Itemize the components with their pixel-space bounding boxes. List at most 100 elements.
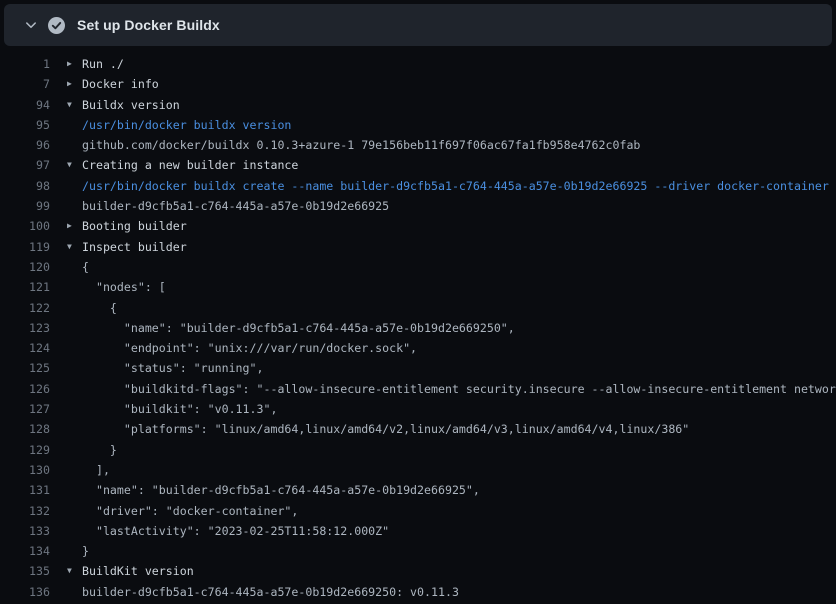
log-line: 127 "buildkit": "v0.11.3", (0, 399, 836, 419)
line-number[interactable]: 7 (0, 74, 50, 94)
disclosure-triangle-icon (67, 582, 82, 602)
log-text: "endpoint": "unix:///var/run/docker.sock… (82, 338, 417, 358)
log-line: 95 /usr/bin/docker buildx version (0, 115, 836, 135)
line-number[interactable]: 131 (0, 480, 50, 500)
disclosure-triangle-icon (67, 501, 82, 521)
log-text: /usr/bin/docker buildx create --name bui… (82, 176, 829, 196)
chevron-expanded-icon[interactable]: ▼ (67, 561, 82, 581)
log-line: 134 } (0, 541, 836, 561)
disclosure-triangle-icon (67, 115, 82, 135)
line-number[interactable]: 135 (0, 561, 50, 581)
line-number[interactable]: 125 (0, 358, 50, 378)
log-text: Creating a new builder instance (82, 155, 298, 175)
log-line: 124 "endpoint": "unix:///var/run/docker.… (0, 338, 836, 358)
line-number[interactable]: 132 (0, 501, 50, 521)
line-number[interactable]: 95 (0, 115, 50, 135)
log-text: { (82, 257, 89, 277)
log-line: 98 /usr/bin/docker buildx create --name … (0, 176, 836, 196)
log-line: 122 { (0, 298, 836, 318)
log-line: 121 "nodes": [ (0, 277, 836, 297)
log-line[interactable]: 1 ▶ Run ./ (0, 54, 836, 74)
log-text: "nodes": [ (82, 277, 166, 297)
disclosure-triangle-icon (67, 338, 82, 358)
line-number[interactable]: 119 (0, 237, 50, 257)
log-line[interactable]: 119 ▼ Inspect builder (0, 237, 836, 257)
log-text: "driver": "docker-container", (82, 501, 298, 521)
disclosure-triangle-icon (67, 399, 82, 419)
line-number[interactable]: 1 (0, 54, 50, 74)
log-line: 126 "buildkitd-flags": "--allow-insecure… (0, 379, 836, 399)
line-number[interactable]: 134 (0, 541, 50, 561)
disclosure-triangle-icon (67, 460, 82, 480)
log-text: Buildx version (82, 95, 180, 115)
line-number[interactable]: 121 (0, 277, 50, 297)
line-number[interactable]: 120 (0, 257, 50, 277)
log-text: Docker info (82, 74, 159, 94)
log-line[interactable]: 100 ▶ Booting builder (0, 216, 836, 236)
log-text: Inspect builder (82, 237, 187, 257)
chevron-expanded-icon[interactable]: ▼ (67, 155, 82, 175)
log-text: ], (82, 460, 110, 480)
line-number[interactable]: 129 (0, 440, 50, 460)
log-line[interactable]: 94 ▼ Buildx version (0, 95, 836, 115)
line-number[interactable]: 123 (0, 318, 50, 338)
line-number[interactable]: 126 (0, 379, 50, 399)
line-number[interactable]: 127 (0, 399, 50, 419)
line-number[interactable]: 136 (0, 582, 50, 602)
line-number[interactable]: 128 (0, 419, 50, 439)
log-line: 125 "status": "running", (0, 358, 836, 378)
disclosure-triangle-icon (67, 257, 82, 277)
chevron-collapsed-icon[interactable]: ▶ (67, 216, 82, 236)
disclosure-triangle-icon (67, 379, 82, 399)
line-number[interactable]: 96 (0, 135, 50, 155)
line-number[interactable]: 122 (0, 298, 50, 318)
log-text: "buildkit": "v0.11.3", (82, 399, 277, 419)
disclosure-triangle-icon (67, 135, 82, 155)
log-line: 128 "platforms": "linux/amd64,linux/amd6… (0, 419, 836, 439)
log-text: } (82, 440, 117, 460)
disclosure-triangle-icon (67, 480, 82, 500)
log-line[interactable]: 135 ▼ BuildKit version (0, 561, 836, 581)
chevron-collapsed-icon[interactable]: ▶ (67, 74, 82, 94)
log-line: 123 "name": "builder-d9cfb5a1-c764-445a-… (0, 318, 836, 338)
log-text: Run ./ (82, 54, 124, 74)
log-text: "name": "builder-d9cfb5a1-c764-445a-a57e… (82, 318, 515, 338)
log-line: 130 ], (0, 460, 836, 480)
line-number[interactable]: 97 (0, 155, 50, 175)
disclosure-triangle-icon (67, 358, 82, 378)
log-line[interactable]: 97 ▼ Creating a new builder instance (0, 155, 836, 175)
disclosure-triangle-icon (67, 176, 82, 196)
disclosure-triangle-icon (67, 521, 82, 541)
line-number[interactable]: 94 (0, 95, 50, 115)
log-lines: 1 ▶ Run ./ 7 ▶ Docker info 94 ▼ Buildx v… (0, 46, 836, 602)
step-header[interactable]: Set up Docker Buildx (4, 4, 832, 46)
chevron-expanded-icon[interactable]: ▼ (67, 237, 82, 257)
log-text: Booting builder (82, 216, 187, 236)
disclosure-triangle-icon (67, 419, 82, 439)
line-number[interactable]: 100 (0, 216, 50, 236)
log-line: 120 { (0, 257, 836, 277)
chevron-down-icon[interactable] (24, 18, 38, 32)
step-title: Set up Docker Buildx (77, 17, 220, 33)
disclosure-triangle-icon (67, 298, 82, 318)
log-line: 131 "name": "builder-d9cfb5a1-c764-445a-… (0, 480, 836, 500)
line-number[interactable]: 124 (0, 338, 50, 358)
log-line[interactable]: 7 ▶ Docker info (0, 74, 836, 94)
disclosure-triangle-icon (67, 440, 82, 460)
disclosure-triangle-icon (67, 277, 82, 297)
line-number[interactable]: 130 (0, 460, 50, 480)
disclosure-triangle-icon (67, 318, 82, 338)
log-text: "lastActivity": "2023-02-25T11:58:12.000… (82, 521, 389, 541)
log-line: 136 builder-d9cfb5a1-c764-445a-a57e-0b19… (0, 582, 836, 602)
line-number[interactable]: 98 (0, 176, 50, 196)
line-number[interactable]: 99 (0, 196, 50, 216)
log-text: BuildKit version (82, 561, 194, 581)
log-text: "status": "running", (82, 358, 263, 378)
chevron-expanded-icon[interactable]: ▼ (67, 95, 82, 115)
log-text: "platforms": "linux/amd64,linux/amd64/v2… (82, 419, 689, 439)
line-number[interactable]: 133 (0, 521, 50, 541)
log-text: builder-d9cfb5a1-c764-445a-a57e-0b19d2e6… (82, 196, 389, 216)
disclosure-triangle-icon (67, 196, 82, 216)
chevron-collapsed-icon[interactable]: ▶ (67, 54, 82, 74)
log-line: 99 builder-d9cfb5a1-c764-445a-a57e-0b19d… (0, 196, 836, 216)
